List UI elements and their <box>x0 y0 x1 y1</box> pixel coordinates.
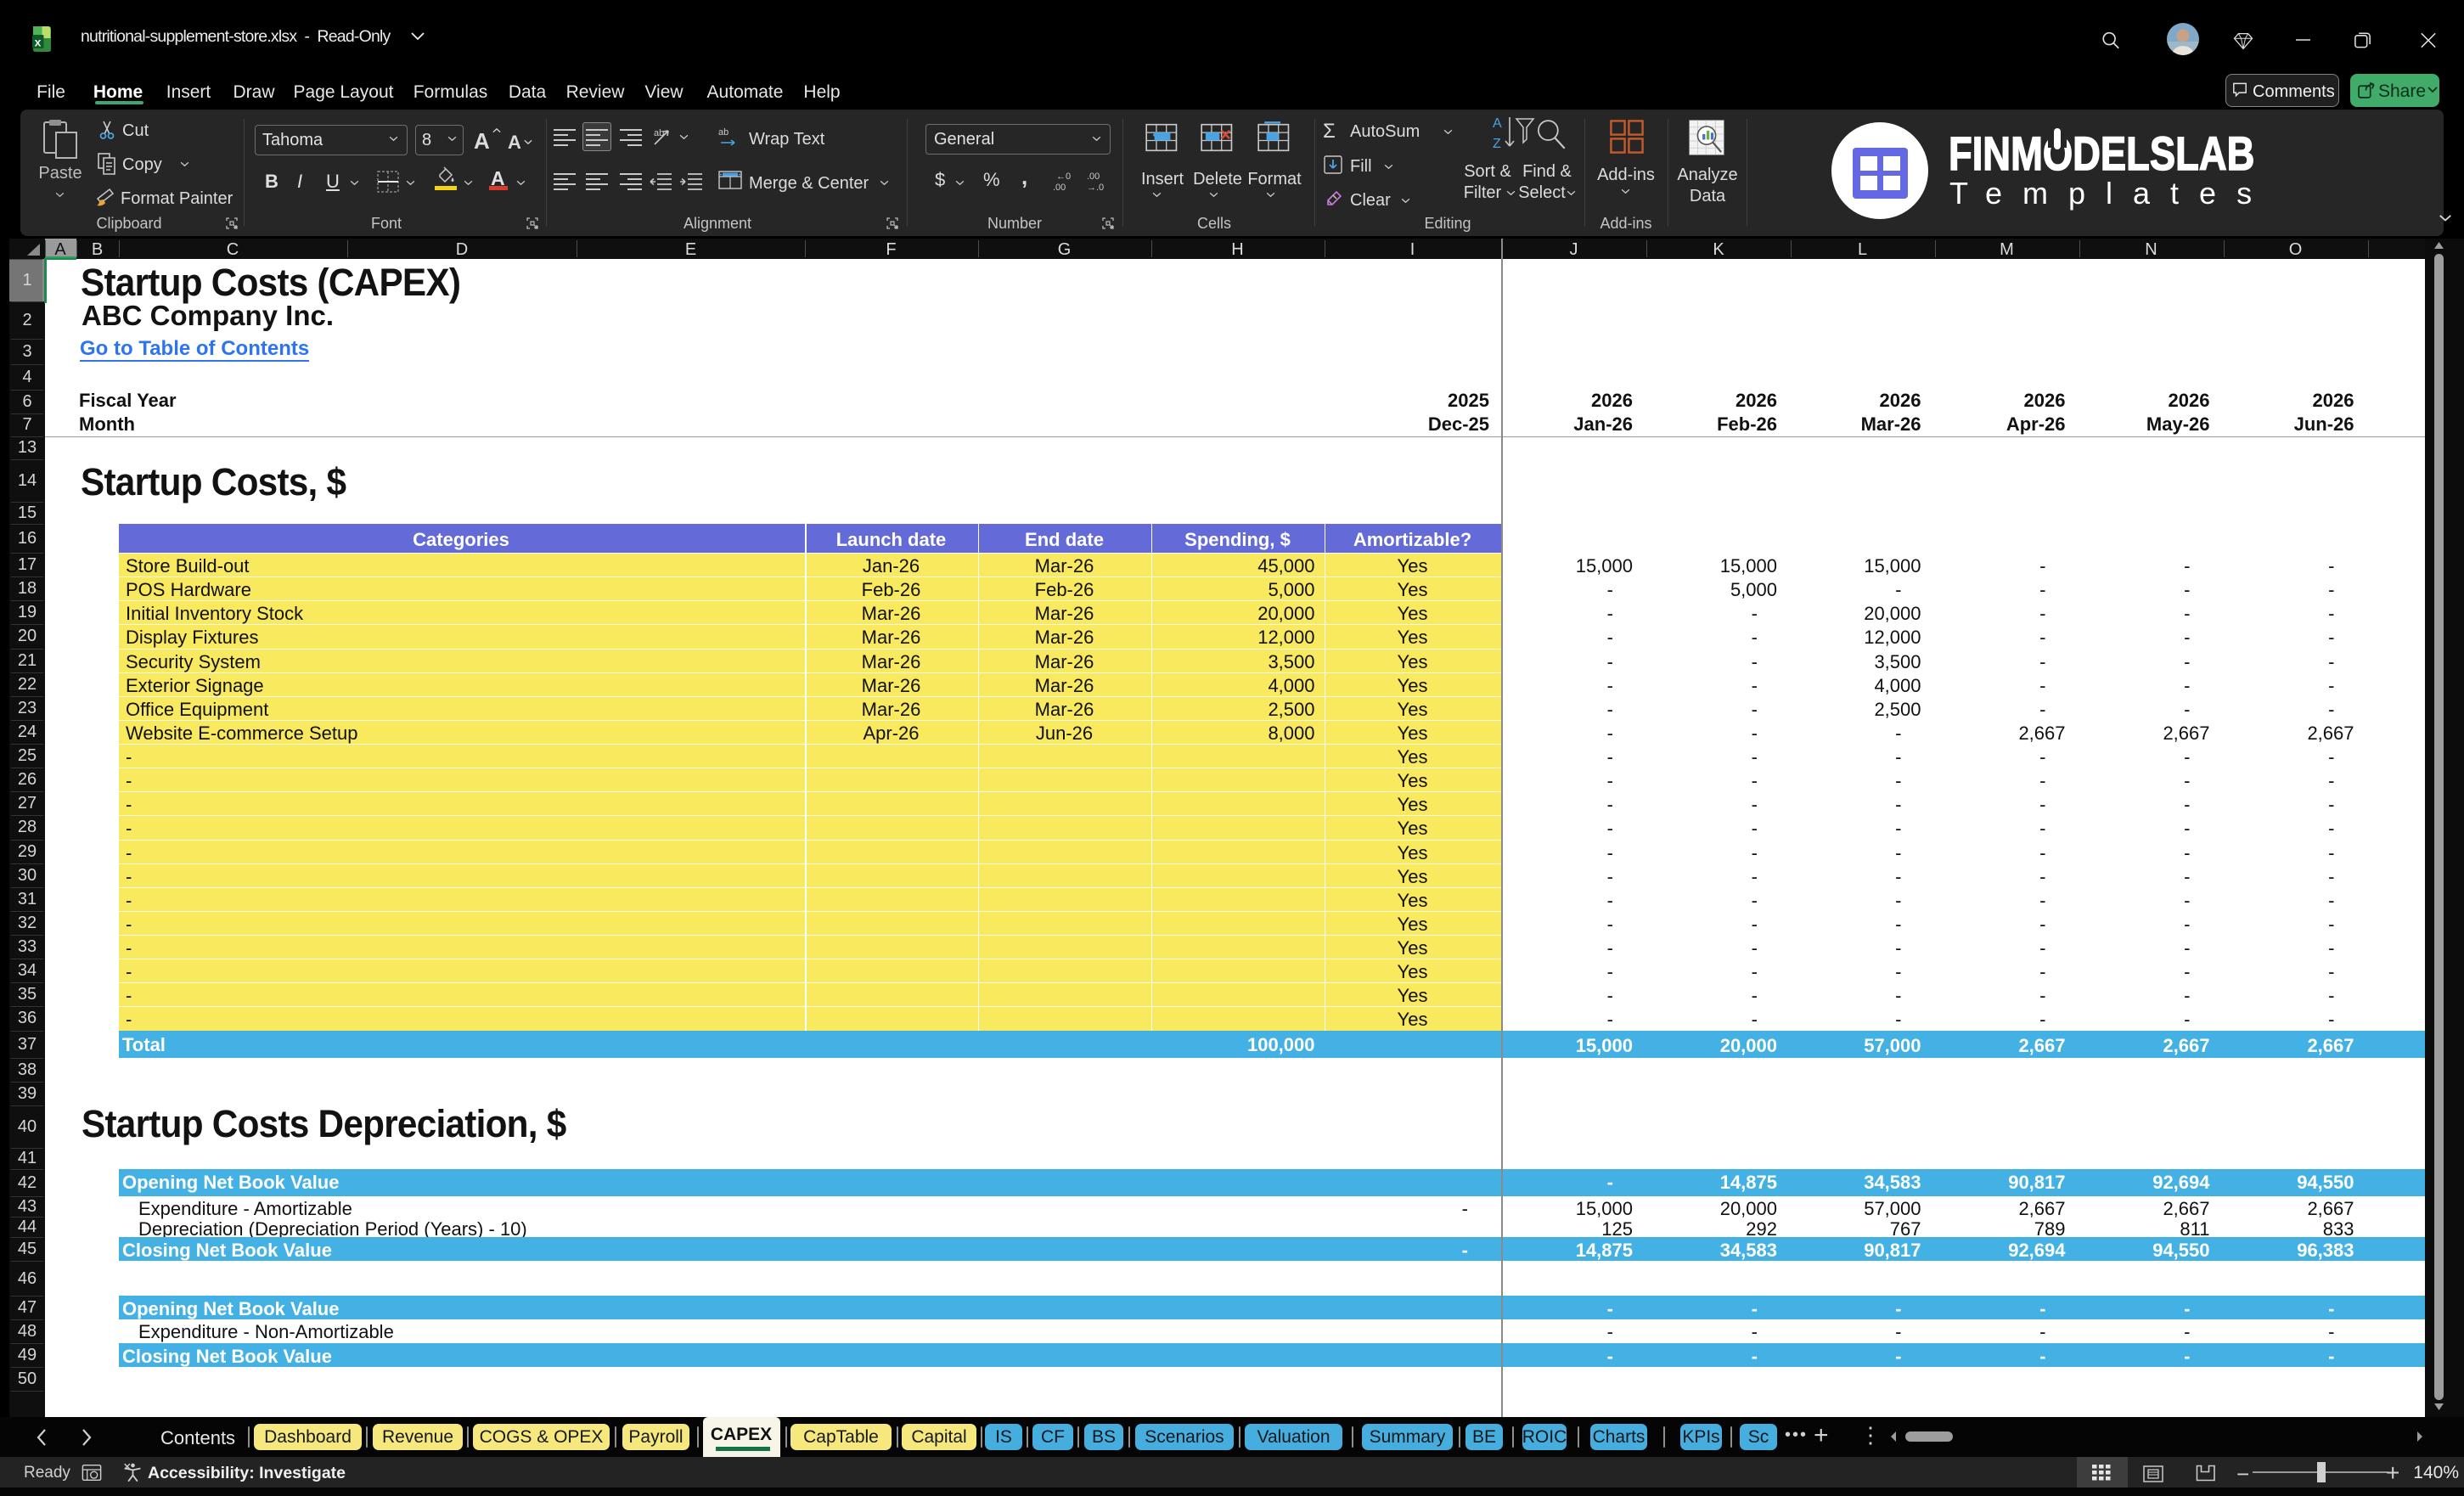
svg-text:x: x <box>35 36 42 49</box>
svg-text:.00: .00 <box>1053 183 1066 192</box>
svg-text:A: A <box>1493 116 1502 131</box>
svg-text:.00: .00 <box>1087 172 1100 182</box>
svg-text:ab: ab <box>718 127 729 138</box>
svg-text:ab: ab <box>654 128 664 138</box>
svg-text:Z: Z <box>1493 137 1501 151</box>
svg-text:←0: ←0 <box>1056 172 1071 182</box>
svg-text:→.0: →.0 <box>1087 183 1104 192</box>
